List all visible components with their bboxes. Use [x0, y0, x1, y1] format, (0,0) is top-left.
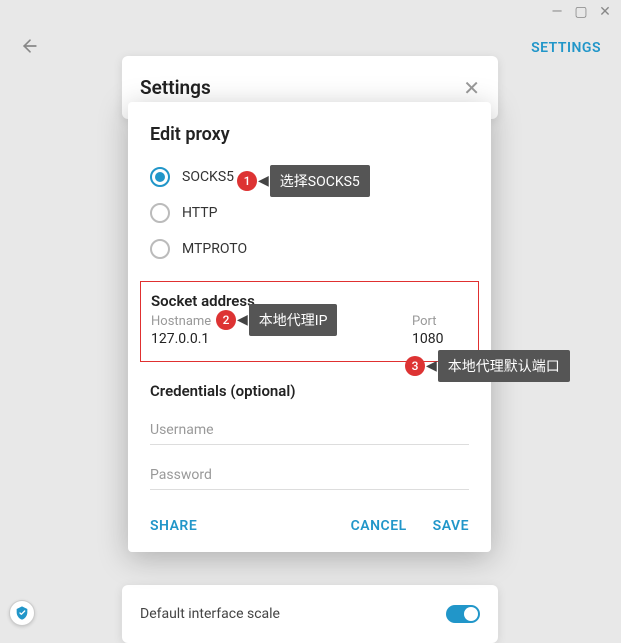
window-controls: — ▢ ✕ [541, 0, 621, 24]
annotation-badge: 3 [405, 356, 425, 376]
window-maximize-button[interactable]: ▢ [573, 4, 589, 20]
modal-title: Edit proxy [128, 102, 491, 159]
window-close-button[interactable]: ✕ [597, 4, 613, 20]
username-input[interactable]: Username [150, 414, 469, 445]
window-minimize-button[interactable]: — [549, 4, 565, 20]
interface-scale-row: Default interface scale [122, 585, 498, 643]
radio-icon [150, 239, 170, 259]
close-icon[interactable]: ✕ [463, 78, 480, 98]
port-field[interactable]: Port 1080 [412, 314, 468, 347]
annotation-arrow-icon: ◀ [237, 312, 248, 328]
port-value: 1080 [412, 329, 468, 347]
credentials-title: Credentials (optional) [150, 382, 469, 400]
annotation-badge: 2 [216, 310, 236, 330]
share-button[interactable]: SHARE [150, 518, 197, 534]
radio-label: HTTP [182, 205, 217, 221]
port-label: Port [412, 314, 468, 329]
radio-icon [150, 203, 170, 223]
radio-mtproto[interactable]: MTPROTO [150, 231, 469, 267]
interface-scale-label: Default interface scale [140, 606, 280, 622]
radio-label: SOCKS5 [182, 169, 234, 185]
save-button[interactable]: SAVE [433, 518, 469, 534]
shield-icon[interactable] [9, 600, 35, 626]
modal-actions: SHARE CANCEL SAVE [128, 500, 491, 546]
annotation-arrow-icon: ◀ [258, 173, 269, 189]
annotation-arrow-icon: ◀ [426, 358, 437, 374]
cancel-button[interactable]: CANCEL [351, 518, 407, 534]
radio-icon [150, 167, 170, 187]
annotation-label: 选择SOCKS5 [270, 165, 370, 197]
credentials-section: Credentials (optional) Username Password [128, 366, 491, 500]
password-input[interactable]: Password [150, 459, 469, 490]
annotation-badge: 1 [237, 171, 257, 191]
interface-scale-toggle[interactable] [446, 605, 480, 623]
annotation-1: 1 ◀ 选择SOCKS5 [237, 165, 370, 197]
radio-http[interactable]: HTTP [150, 195, 469, 231]
settings-link[interactable]: SETTINGS [531, 40, 601, 56]
back-icon[interactable] [20, 36, 40, 60]
settings-title: Settings [140, 76, 211, 99]
annotation-3: 3 ◀ 本地代理默认端口 [405, 350, 570, 382]
annotation-label: 本地代理IP [249, 304, 338, 336]
radio-label: MTPROTO [182, 241, 247, 257]
annotation-2: 2 ◀ 本地代理IP [216, 304, 337, 336]
annotation-label: 本地代理默认端口 [438, 350, 570, 382]
